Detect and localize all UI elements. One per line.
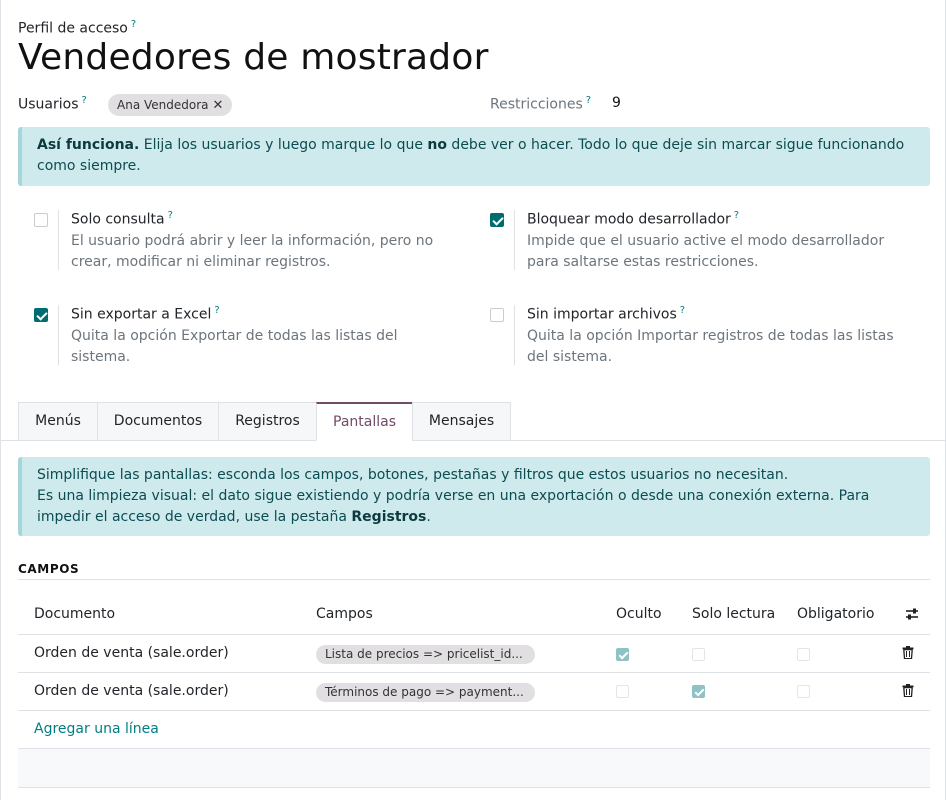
user-tag[interactable]: Ana Vendedora ✕	[108, 94, 233, 116]
required-checkbox[interactable]	[797, 648, 810, 661]
tab-menus[interactable]: Menús	[18, 402, 98, 441]
help-icon[interactable]: ?	[168, 210, 173, 221]
help-icon[interactable]: ?	[214, 305, 219, 316]
no-export-checkbox[interactable]	[34, 308, 48, 322]
row-divider	[18, 634, 930, 635]
no-import-checkbox[interactable]	[490, 308, 504, 322]
user-tag-label: Ana Vendedora	[117, 98, 209, 112]
option-title-text: Sin exportar a Excel	[71, 306, 212, 323]
help-icon[interactable]: ?	[680, 305, 685, 316]
column-header-hidden[interactable]: Oculto	[616, 606, 662, 622]
option-divider	[58, 305, 59, 365]
section-divider	[18, 579, 930, 580]
option-title: Sin importar archivos?	[527, 305, 685, 323]
page-title[interactable]: Vendedores de mostrador	[18, 37, 489, 78]
option-title: Sin exportar a Excel?	[71, 305, 220, 323]
screens-info-alert: Simplifique las pantallas: esconda los c…	[18, 457, 930, 536]
alert-line-2-text: Es una limpieza visual: el dato sigue ex…	[37, 488, 870, 525]
column-header-document[interactable]: Documento	[34, 606, 115, 622]
option-title-text: Sin importar archivos	[527, 306, 677, 323]
hidden-checkbox[interactable]	[616, 648, 629, 661]
add-line-link[interactable]: Agregar una línea	[34, 721, 159, 737]
alert-registros-link: Registros	[351, 509, 427, 525]
option-divider	[514, 305, 515, 365]
restrictions-count: 9	[612, 95, 621, 111]
tab-screens[interactable]: Pantallas	[316, 402, 413, 441]
alert-line-2: Es una limpieza visual: el dato sigue ex…	[37, 486, 915, 528]
how-it-works-alert: Así funciona. Elija los usuarios y luego…	[18, 127, 930, 186]
users-label: Usuarios?	[18, 95, 87, 113]
column-header-required[interactable]: Obligatorio	[797, 606, 874, 622]
alert-line-1: Simplifique las pantallas: esconda los c…	[37, 467, 789, 483]
trash-icon[interactable]	[902, 646, 914, 659]
block-dev-mode-checkbox[interactable]	[490, 213, 504, 227]
alert-text-a: Elija los usuarios y luego marque lo que	[139, 137, 428, 153]
help-icon[interactable]: ?	[586, 95, 591, 106]
hidden-checkbox[interactable]	[616, 685, 629, 698]
restrictions-label-text: Restricciones	[490, 96, 583, 113]
remove-tag-icon[interactable]: ✕	[213, 98, 224, 113]
option-divider	[514, 210, 515, 270]
option-divider	[58, 210, 59, 270]
alert-line-2-end: .	[426, 509, 431, 525]
readonly-checkbox[interactable]	[692, 648, 705, 661]
field-tag[interactable]: Lista de precios => pricelist_id...	[316, 645, 535, 664]
row-divider	[18, 710, 930, 711]
option-description: Quita la opción Importar registros de to…	[527, 328, 894, 365]
row-document[interactable]: Orden de venta (sale.order)	[34, 683, 229, 699]
alert-lead: Así funciona.	[37, 137, 140, 153]
form-sheet: Perfil de acceso? Vendedores de mostrado…	[0, 0, 946, 800]
optional-columns-icon[interactable]	[904, 606, 920, 622]
option-title: Solo consulta?	[71, 210, 173, 228]
column-header-readonly[interactable]: Solo lectura	[692, 606, 775, 622]
breadcrumb-text: Perfil de acceso	[18, 20, 128, 37]
row-divider	[18, 672, 930, 673]
list-footer	[18, 748, 930, 788]
required-checkbox[interactable]	[797, 685, 810, 698]
option-title-text: Bloquear modo desarrollador	[527, 211, 731, 228]
option-description: El usuario podrá abrir y leer la informa…	[71, 233, 434, 270]
help-icon[interactable]: ?	[131, 19, 136, 30]
restrictions-label: Restricciones?	[490, 95, 591, 113]
option-description: Quita la opción Exportar de todas las li…	[71, 328, 398, 365]
fields-section-title: CAMPOS	[18, 562, 80, 576]
read-only-checkbox[interactable]	[34, 213, 48, 227]
tab-documents[interactable]: Documentos	[97, 402, 219, 441]
option-title-text: Solo consulta	[71, 211, 165, 228]
users-label-text: Usuarios	[18, 96, 79, 113]
alert-bold-no: no	[427, 137, 447, 153]
option-description: Impide que el usuario active el modo des…	[527, 233, 885, 270]
breadcrumb-label: Perfil de acceso?	[18, 19, 136, 37]
tab-records[interactable]: Registros	[218, 402, 317, 441]
column-header-fields[interactable]: Campos	[316, 606, 373, 622]
help-icon[interactable]: ?	[734, 210, 739, 221]
field-tag[interactable]: Términos de pago => payment...	[316, 683, 535, 702]
tab-messages[interactable]: Mensajes	[412, 402, 511, 441]
readonly-checkbox[interactable]	[692, 685, 705, 698]
row-document[interactable]: Orden de venta (sale.order)	[34, 645, 229, 661]
option-title: Bloquear modo desarrollador?	[527, 210, 739, 228]
help-icon[interactable]: ?	[82, 95, 87, 106]
trash-icon[interactable]	[902, 684, 914, 697]
